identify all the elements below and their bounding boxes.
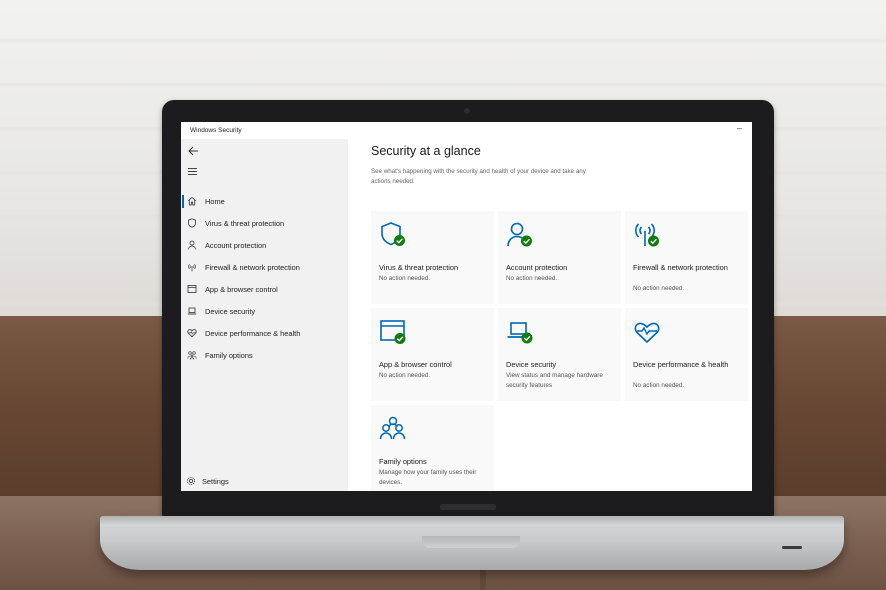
tile-title: Device security bbox=[506, 360, 557, 369]
sidebar-item-label: Virus & threat protection bbox=[205, 219, 285, 228]
sidebar-item-device-performance[interactable]: Device performance & health bbox=[181, 323, 348, 345]
tile-title: Firewall & network protection bbox=[633, 263, 728, 272]
sidebar-item-virus-threat[interactable]: Virus & threat protection bbox=[181, 213, 348, 235]
windows-security-window: Windows Security – Home Virus & threat p… bbox=[181, 122, 752, 491]
minimize-button[interactable]: – bbox=[737, 123, 742, 133]
tile-device-performance-health[interactable]: Device performance & health No action ne… bbox=[625, 308, 748, 401]
tile-account-protection[interactable]: Account protection No action needed. bbox=[498, 211, 621, 304]
laptop-icon bbox=[187, 306, 197, 316]
sidebar-item-device-security[interactable]: Device security bbox=[181, 301, 348, 323]
sidebar-item-home[interactable]: Home bbox=[181, 191, 348, 213]
sidebar-item-label: Device performance & health bbox=[205, 329, 301, 338]
tile-status: No action needed. bbox=[506, 275, 558, 282]
sidebar-item-label: Account protection bbox=[205, 241, 267, 250]
tile-title: Family options bbox=[379, 457, 427, 466]
tile-title: Account protection bbox=[506, 263, 568, 272]
tile-status: No action needed. bbox=[633, 382, 685, 389]
title-bar: Windows Security – bbox=[181, 122, 752, 139]
sidebar-item-settings[interactable]: Settings bbox=[181, 471, 348, 491]
tile-status: No action needed. bbox=[379, 372, 431, 379]
sidebar-item-label: Device security bbox=[205, 307, 256, 316]
laptop-base-edge bbox=[100, 516, 844, 526]
sidebar: Home Virus & threat protection Account p… bbox=[181, 139, 348, 491]
tile-title: Virus & threat protection bbox=[379, 263, 459, 272]
window-title: Windows Security bbox=[190, 127, 242, 134]
laptop-check-icon bbox=[506, 318, 534, 346]
page-title: Security at a glance bbox=[371, 144, 481, 158]
tile-firewall-network-protection[interactable]: Firewall & network protection No action … bbox=[625, 211, 748, 304]
webcam bbox=[464, 108, 470, 114]
shield-icon bbox=[187, 218, 197, 228]
laptop-status-led bbox=[782, 546, 802, 549]
laptop-open-notch bbox=[422, 536, 520, 548]
sidebar-item-account[interactable]: Account protection bbox=[181, 235, 348, 257]
sidebar-item-label: Home bbox=[205, 197, 225, 206]
page-subtitle: See what's happening with the security a… bbox=[371, 168, 586, 185]
sidebar-item-family[interactable]: Family options bbox=[181, 345, 348, 367]
tile-status: Manage how your family uses their device… bbox=[379, 469, 477, 486]
tile-status: No action needed. bbox=[633, 285, 685, 292]
hamburger-menu-icon[interactable] bbox=[188, 168, 197, 177]
sidebar-item-firewall[interactable]: Firewall & network protection bbox=[181, 257, 348, 279]
laptop-hinge-logo bbox=[440, 504, 496, 510]
tile-title: Device performance & health bbox=[633, 360, 729, 369]
family-icon bbox=[379, 415, 407, 443]
sidebar-item-app-browser[interactable]: App & browser control bbox=[181, 279, 348, 301]
tile-virus-threat-protection[interactable]: Virus & threat protection No action need… bbox=[371, 211, 494, 304]
tile-status: View status and manage hardware security… bbox=[506, 372, 603, 389]
tile-device-security[interactable]: Device security View status and manage h… bbox=[498, 308, 621, 401]
heart-pulse-icon bbox=[187, 328, 197, 338]
person-check-icon bbox=[506, 221, 534, 249]
back-arrow-icon[interactable] bbox=[188, 146, 199, 156]
tile-status: No action needed. bbox=[379, 275, 431, 282]
sidebar-item-label: Firewall & network protection bbox=[205, 263, 300, 272]
wifi-antenna-icon bbox=[187, 262, 197, 272]
tile-family-options[interactable]: Family options Manage how your family us… bbox=[371, 405, 494, 491]
tile-title: App & browser control bbox=[379, 360, 452, 369]
main-content: Security at a glance See what's happenin… bbox=[348, 139, 752, 491]
home-icon bbox=[187, 196, 197, 206]
sidebar-item-label: App & browser control bbox=[205, 285, 278, 294]
sidebar-item-label: Family options bbox=[205, 351, 253, 360]
antenna-check-icon bbox=[633, 221, 661, 249]
browser-check-icon bbox=[379, 318, 407, 346]
settings-label: Settings bbox=[202, 477, 229, 486]
family-icon bbox=[187, 350, 197, 360]
tile-app-browser-control[interactable]: App & browser control No action needed. bbox=[371, 308, 494, 401]
shield-check-icon bbox=[379, 221, 407, 249]
person-icon bbox=[187, 240, 197, 250]
gear-icon bbox=[186, 476, 196, 486]
heart-pulse-icon bbox=[633, 318, 661, 346]
browser-window-icon bbox=[187, 284, 197, 294]
